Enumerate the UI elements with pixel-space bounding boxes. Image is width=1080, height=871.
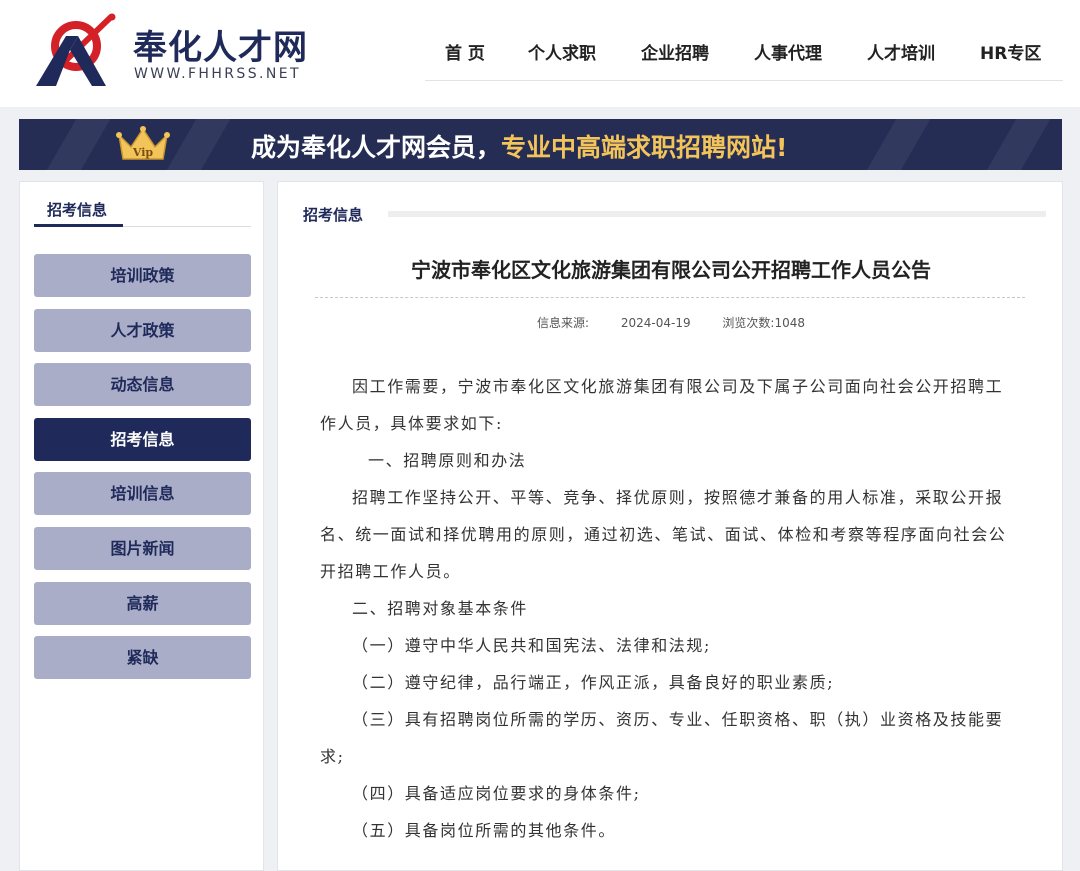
sidebar-title: 招考信息 — [47, 201, 108, 219]
sidebar-title-underline — [34, 224, 123, 227]
article-paragraph: （一）遵守中华人民共和国宪法、法律和法规; — [352, 636, 711, 655]
banner-text-yellow: 专业中高端求职招聘网站! — [501, 133, 788, 162]
nav-hr-agency[interactable]: 人事代理 — [754, 39, 822, 64]
meta-date: 2024-04-19 — [620, 316, 691, 330]
main-nav: 首 页 个人求职 企业招聘 人事代理 人才培训 HR专区 — [425, 20, 1063, 81]
article-meta: 信息来源: 2024-04-19 浏览次数:1048 — [278, 314, 1064, 331]
article-body: 因工作需要，宁波市奉化区文化旅游集团有限公司及下属子公司面向社会公开招聘工作人员… — [320, 368, 1010, 849]
article-paragraph: 招聘工作坚持公开、平等、竞争、择优原则，按照德才兼备的用人标准，采取公开报名、统… — [320, 488, 1007, 581]
banner-stripe — [975, 119, 1057, 170]
article-title: 宁波市奉化区文化旅游集团有限公司公开招聘工作人员公告 — [411, 258, 931, 282]
meta-source: 信息来源: — [536, 316, 590, 330]
site-logo-icon[interactable] — [30, 12, 116, 90]
membership-banner[interactable]: Vip 成为奉化人才网会员，专业中高端求职招聘网站! — [19, 119, 1062, 170]
banner-text: 成为奉化人才网会员，专业中高端求职招聘网站! — [251, 128, 787, 164]
section-title: 招考信息 — [303, 206, 364, 224]
nav-employers[interactable]: 企业招聘 — [641, 39, 709, 64]
banner-text-white: 成为奉化人才网会员， — [251, 133, 502, 162]
sidebar-item-high-salary[interactable]: 高薪 — [34, 582, 251, 625]
brand-url: WWW.FHHRSS.NET — [134, 66, 301, 82]
section-title-bar — [388, 211, 1046, 217]
nav-training[interactable]: 人才培训 — [867, 39, 935, 64]
sidebar: 招考信息 培训政策 人才政策 动态信息 招考信息 培训信息 图片新闻 高薪 紧缺 — [19, 181, 264, 871]
sidebar-item-shortage[interactable]: 紧缺 — [34, 636, 251, 679]
nav-job-seekers[interactable]: 个人求职 — [528, 39, 596, 64]
article-paragraph: 一、招聘原则和办法 — [368, 451, 527, 470]
article-panel: 招考信息 宁波市奉化区文化旅游集团有限公司公开招聘工作人员公告 信息来源: 20… — [277, 181, 1063, 871]
sidebar-item-exam-info[interactable]: 招考信息 — [34, 418, 251, 461]
sidebar-item-training-policy[interactable]: 培训政策 — [34, 254, 251, 297]
article-paragraph: （五）具备岗位所需的其他条件。 — [352, 821, 617, 840]
article-paragraph: （三）具有招聘岗位所需的学历、资历、专业、任职资格、职（执）业资格及技能要求; — [320, 710, 1004, 766]
brand-name[interactable]: 奉化人才网 — [133, 20, 308, 69]
meta-views: 浏览次数:1048 — [722, 316, 806, 330]
sidebar-item-training-info[interactable]: 培训信息 — [34, 472, 251, 515]
vip-crown-icon: Vip — [116, 126, 170, 160]
article-paragraph: （四）具备适应岗位要求的身体条件; — [352, 784, 641, 803]
sidebar-item-talent-policy[interactable]: 人才政策 — [34, 309, 251, 352]
site-header: 奉化人才网 WWW.FHHRSS.NET 首 页 个人求职 企业招聘 人事代理 … — [0, 0, 1080, 107]
crown-text: Vip — [132, 146, 154, 159]
sidebar-item-photo-news[interactable]: 图片新闻 — [34, 527, 251, 570]
title-divider — [315, 297, 1025, 298]
banner-stripe — [855, 119, 937, 170]
nav-home[interactable]: 首 页 — [445, 39, 485, 64]
article-paragraph: （二）遵守纪律，品行端正，作风正派，具备良好的职业素质; — [352, 673, 835, 692]
nav-hr-zone[interactable]: HR专区 — [980, 39, 1041, 64]
article-paragraph: 因工作需要，宁波市奉化区文化旅游集团有限公司及下属子公司面向社会公开招聘工作人员… — [320, 377, 1004, 433]
article-paragraph: 二、招聘对象基本条件 — [352, 599, 529, 618]
banner-stripe — [35, 119, 117, 170]
sidebar-item-news-updates[interactable]: 动态信息 — [34, 363, 251, 406]
